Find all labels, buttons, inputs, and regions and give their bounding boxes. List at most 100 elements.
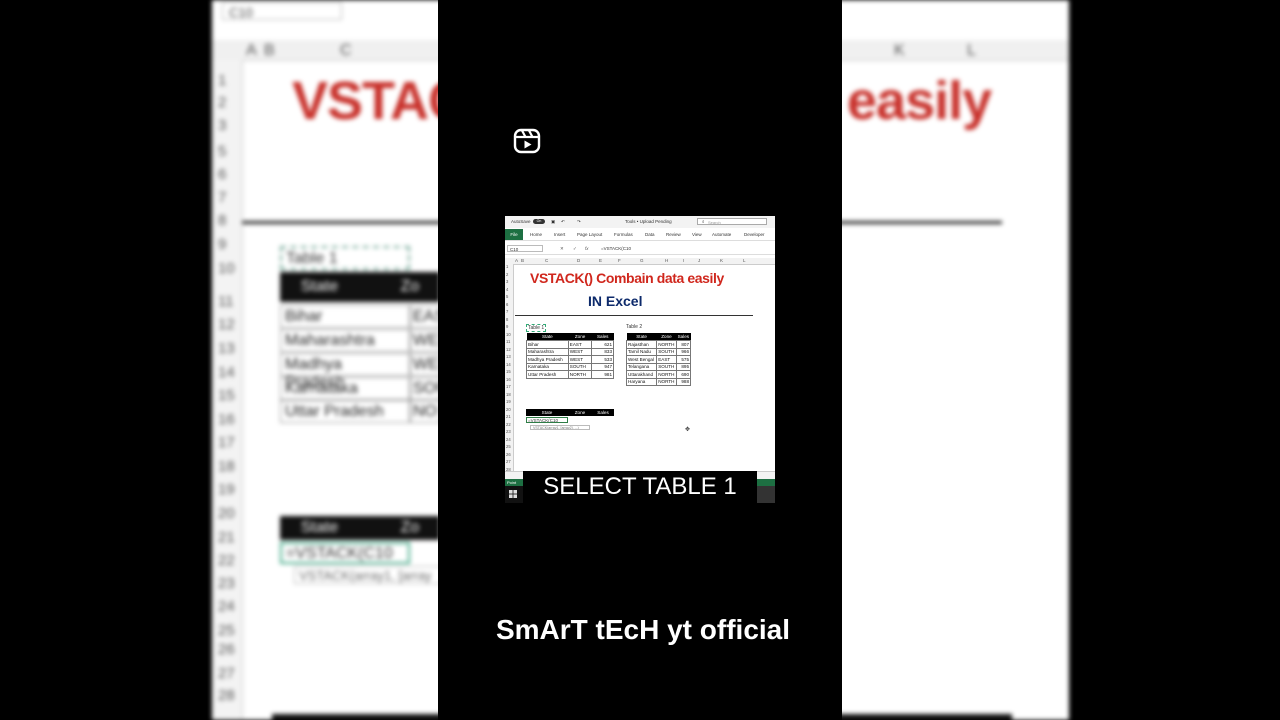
- row-header[interactable]: 18: [506, 392, 511, 397]
- sales-cell[interactable]: 966: [675, 347, 692, 356]
- row-header[interactable]: 17: [506, 384, 511, 389]
- row-header[interactable]: 2: [506, 272, 508, 277]
- state-cell[interactable]: Maharashtra: [526, 347, 569, 356]
- state-cell[interactable]: Tamil Nadu: [625, 347, 658, 356]
- col-header[interactable]: B: [521, 258, 524, 263]
- col-header[interactable]: H: [665, 258, 668, 263]
- row-header[interactable]: 20: [506, 407, 511, 412]
- col-header[interactable]: L: [743, 258, 746, 263]
- row-header[interactable]: 4: [506, 287, 508, 292]
- col-header[interactable]: D: [577, 258, 580, 263]
- row-header[interactable]: 5: [506, 294, 508, 299]
- row-header[interactable]: 26: [506, 452, 511, 457]
- tab-insert[interactable]: Insert: [554, 232, 565, 237]
- row-header[interactable]: 19: [506, 399, 511, 404]
- sales-cell[interactable]: 988: [675, 377, 692, 386]
- result-header[interactable]: Sales: [592, 409, 614, 416]
- row-header[interactable]: 1: [506, 264, 508, 269]
- col-header[interactable]: K: [720, 258, 723, 263]
- row-header[interactable]: 10: [506, 332, 511, 337]
- autosave-toggle[interactable]: On: [533, 219, 545, 224]
- cancel-icon[interactable]: ✕: [560, 246, 564, 252]
- tab-page-layout[interactable]: Page Layout: [577, 232, 602, 237]
- formula-input[interactable]: =VSTACK(C10: [601, 246, 631, 251]
- state-cell[interactable]: Telangana: [625, 362, 658, 371]
- row-header[interactable]: 13: [506, 354, 511, 359]
- state-cell[interactable]: Haryana: [625, 377, 658, 386]
- formula-cell[interactable]: =VSTACK(C10: [526, 417, 568, 423]
- zone-cell[interactable]: SOUTH: [567, 362, 593, 371]
- state-cell[interactable]: Uttar Pradesh: [526, 370, 569, 379]
- col-header[interactable]: I: [683, 258, 684, 263]
- col-header[interactable]: C: [545, 258, 548, 263]
- col-header[interactable]: J: [698, 258, 700, 263]
- sales-cell[interactable]: 575: [675, 355, 692, 364]
- enter-icon[interactable]: ✓: [573, 246, 577, 252]
- state-cell[interactable]: Madhya Pradesh: [526, 355, 569, 364]
- result-header[interactable]: State: [526, 409, 568, 416]
- tab-view[interactable]: View: [692, 232, 702, 237]
- search-input[interactable]: Search: [697, 218, 767, 225]
- sales-cell[interactable]: 833: [591, 347, 614, 356]
- row-header[interactable]: 27: [506, 459, 511, 464]
- zone-cell[interactable]: NORTH: [656, 377, 677, 386]
- tab-data[interactable]: Data: [645, 232, 655, 237]
- windows-icon[interactable]: [509, 490, 517, 498]
- zone-cell[interactable]: NORTH: [567, 370, 593, 379]
- row-header[interactable]: 14: [506, 362, 511, 367]
- row-header[interactable]: 12: [506, 347, 511, 352]
- row-header[interactable]: 8: [506, 317, 508, 322]
- sales-cell[interactable]: 621: [591, 340, 614, 349]
- zone-cell[interactable]: EAST: [656, 355, 677, 364]
- table1-header[interactable]: Sales: [591, 333, 614, 341]
- row-header[interactable]: 25: [506, 444, 511, 449]
- zone-cell[interactable]: SOUTH: [656, 347, 677, 356]
- col-header[interactable]: G: [640, 258, 644, 263]
- row-header[interactable]: 22: [506, 422, 511, 427]
- tab-formulas[interactable]: Formulas: [614, 232, 633, 237]
- state-cell[interactable]: West Bengal: [625, 355, 658, 364]
- function-icon[interactable]: fx: [585, 246, 589, 251]
- result-header[interactable]: Zone: [568, 409, 592, 416]
- state-cell[interactable]: Karnataka: [526, 362, 569, 371]
- row-header[interactable]: 3: [506, 279, 508, 284]
- state-cell[interactable]: Uttarakhand: [625, 370, 658, 379]
- col-header[interactable]: F: [618, 258, 621, 263]
- col-header[interactable]: A: [515, 258, 518, 263]
- table1-caption[interactable]: Table 1: [526, 324, 547, 332]
- table1-header[interactable]: State: [526, 333, 569, 341]
- tab-file[interactable]: File: [505, 229, 523, 240]
- table2-header[interactable]: Zone: [656, 333, 677, 341]
- zone-cell[interactable]: NORTH: [656, 370, 677, 379]
- row-header[interactable]: 24: [506, 437, 511, 442]
- table2-caption[interactable]: Table 2: [626, 324, 642, 330]
- undo-icon[interactable]: ↶: [561, 219, 565, 225]
- zone-cell[interactable]: WEST: [567, 347, 593, 356]
- row-header[interactable]: 21: [506, 414, 511, 419]
- row-header[interactable]: 16: [506, 377, 511, 382]
- zone-cell[interactable]: SOUTH: [656, 362, 677, 371]
- name-box[interactable]: C10: [507, 245, 543, 252]
- row-header[interactable]: 11: [506, 339, 510, 344]
- tab-home[interactable]: Home: [530, 232, 542, 237]
- sales-cell[interactable]: 533: [591, 355, 614, 364]
- table1-header[interactable]: Zone: [568, 333, 592, 341]
- zone-cell[interactable]: WEST: [567, 355, 593, 364]
- state-cell[interactable]: Rajasthan: [625, 340, 658, 349]
- state-cell[interactable]: Bihar: [526, 340, 569, 349]
- sales-cell[interactable]: 690: [675, 370, 692, 379]
- redo-icon[interactable]: ↷: [577, 219, 581, 225]
- row-header[interactable]: 9: [506, 324, 508, 329]
- save-icon[interactable]: ▣: [551, 219, 555, 225]
- sales-cell[interactable]: 981: [591, 370, 614, 379]
- sales-cell[interactable]: 947: [591, 362, 614, 371]
- row-header[interactable]: 15: [506, 369, 511, 374]
- row-header[interactable]: 23: [506, 429, 511, 434]
- sales-cell[interactable]: 895: [675, 362, 692, 371]
- col-header[interactable]: E: [599, 258, 602, 263]
- table2-header[interactable]: Sales: [676, 333, 691, 341]
- sales-cell[interactable]: 807: [675, 340, 692, 349]
- zone-cell[interactable]: EAST: [567, 340, 593, 349]
- zone-cell[interactable]: NORTH: [656, 340, 677, 349]
- tab-review[interactable]: Review: [666, 232, 681, 237]
